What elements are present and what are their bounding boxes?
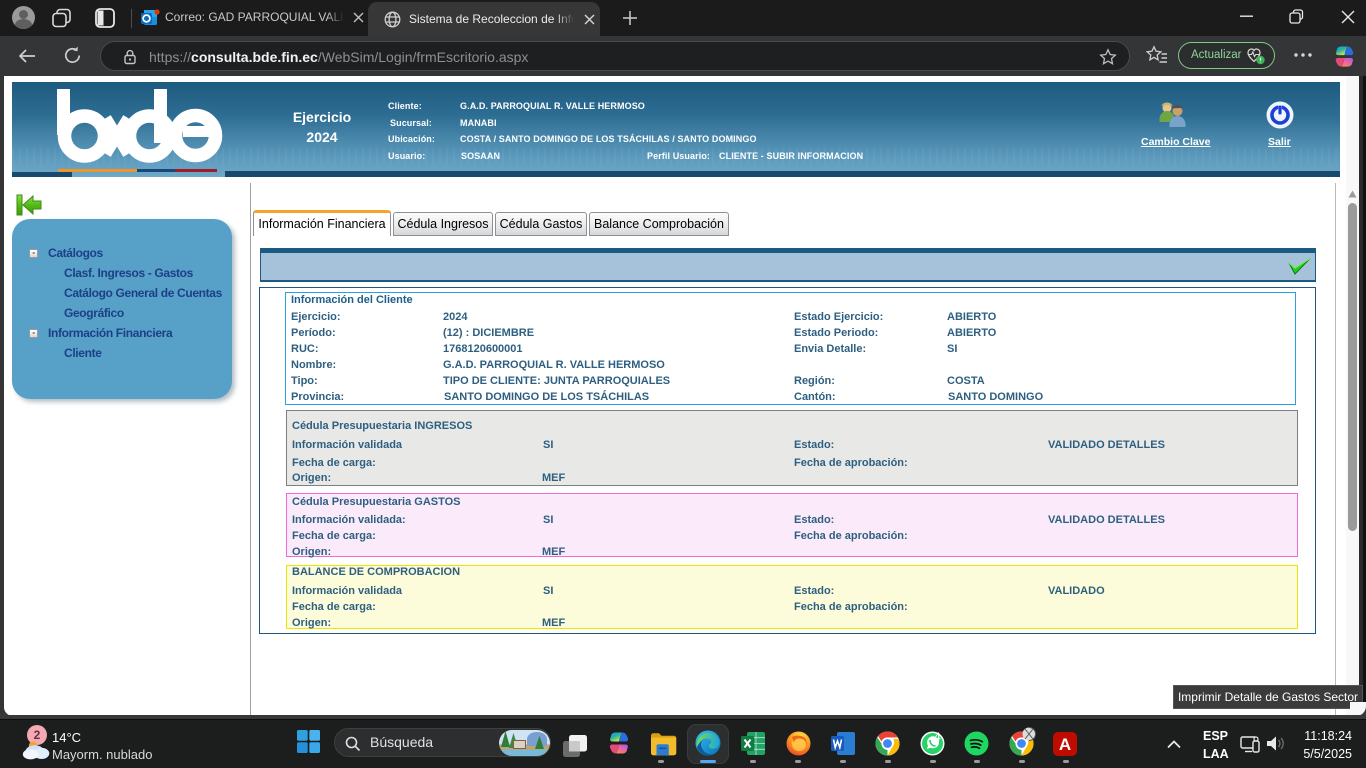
svg-text:A: A (1059, 735, 1071, 754)
